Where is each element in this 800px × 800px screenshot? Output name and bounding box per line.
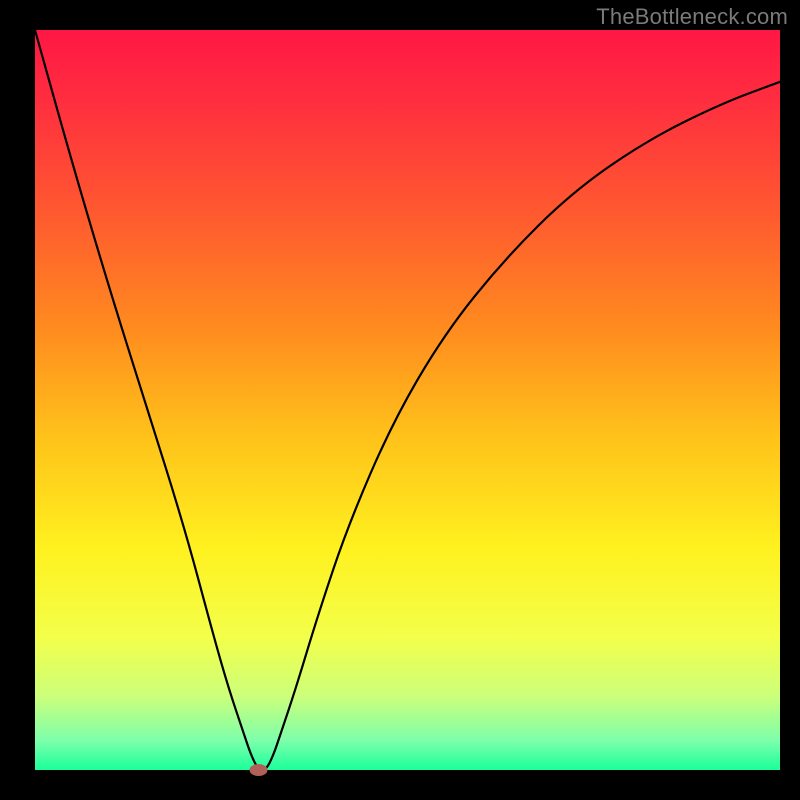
chart-svg xyxy=(0,0,800,800)
plot-background xyxy=(35,30,780,770)
optimal-point-marker xyxy=(250,764,268,776)
watermark-text: TheBottleneck.com xyxy=(596,4,788,30)
chart-frame: TheBottleneck.com xyxy=(0,0,800,800)
